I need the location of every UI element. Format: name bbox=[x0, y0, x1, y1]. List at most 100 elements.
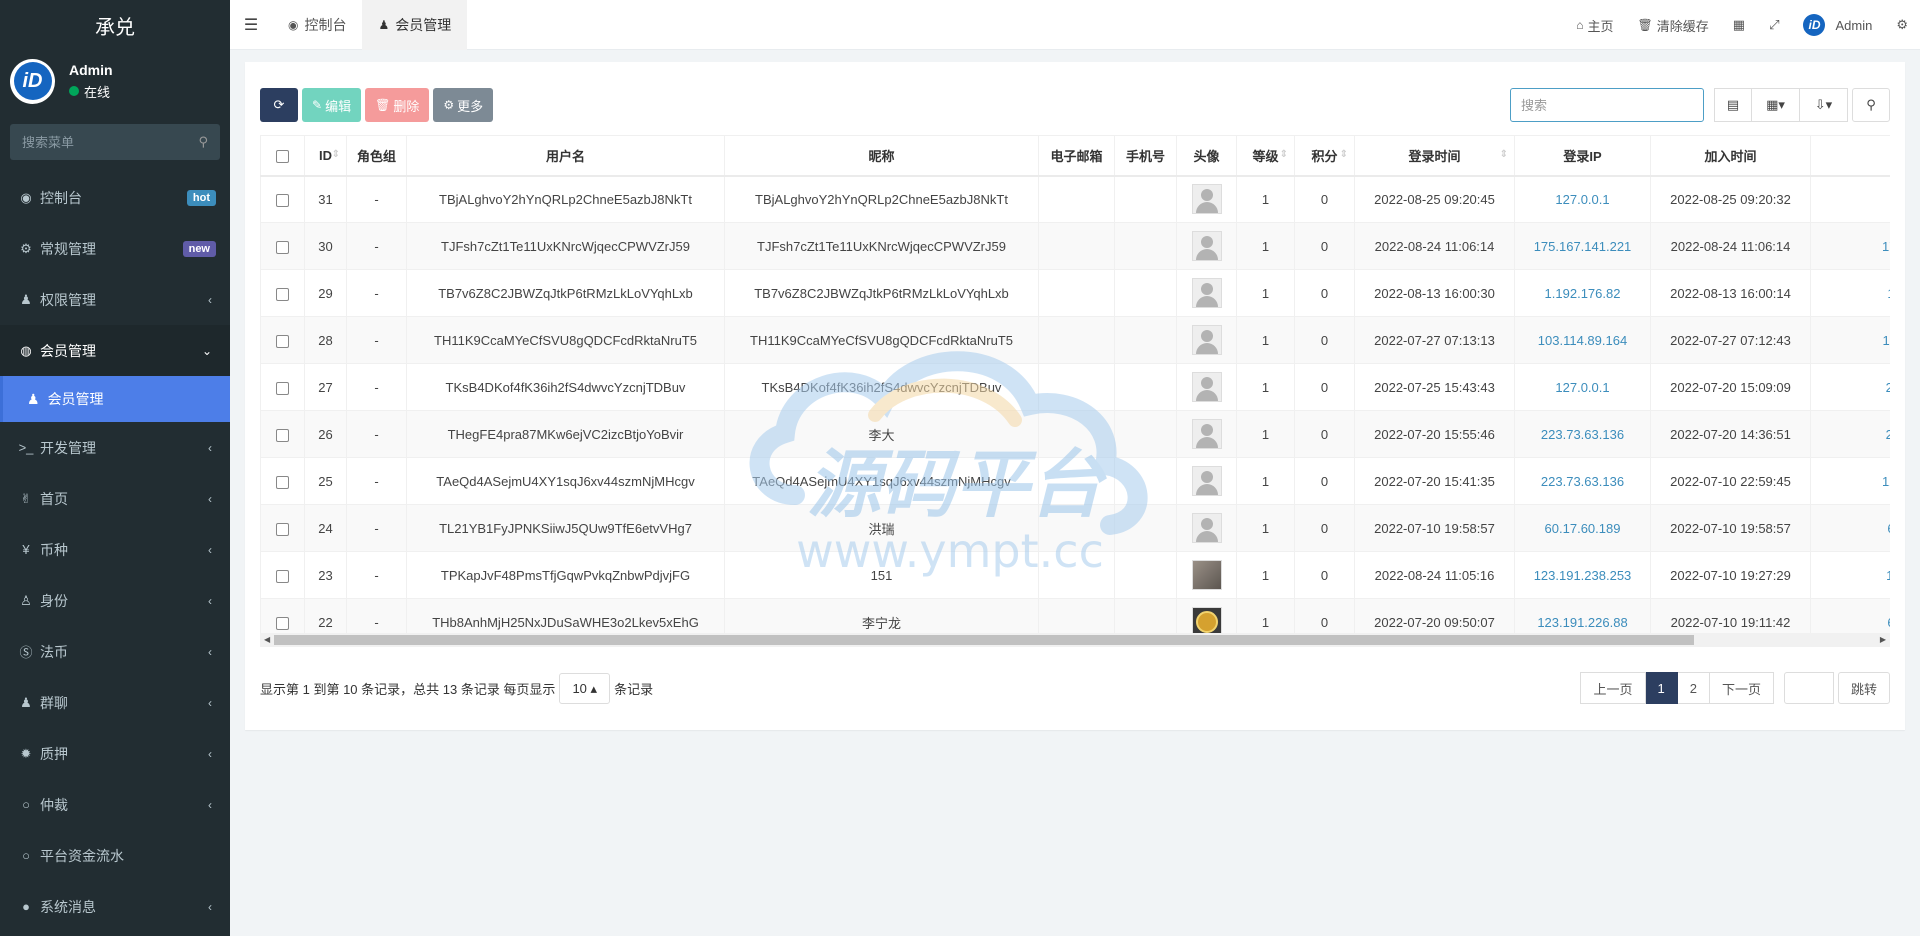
cell-loginip[interactable]: 127.0.0.1 bbox=[1514, 175, 1651, 223]
settings-gears-icon[interactable]: ⚙ bbox=[1884, 0, 1920, 50]
cell-loginip[interactable]: 60.17.60.189 bbox=[1514, 504, 1651, 552]
table-row[interactable]: 25- TAeQd4ASejmU4XY1sqJ6xv44szmNjMHcgv TAe… bbox=[260, 457, 1890, 505]
column-header-9[interactable]: 登录时间 ⇕ bbox=[1354, 135, 1515, 177]
scrollbar-thumb[interactable] bbox=[274, 635, 1694, 645]
cell-joinip[interactable]: 117.13 bbox=[1810, 551, 1890, 599]
sidebar-item-8[interactable]: Ⓢ 法币 ‹ bbox=[0, 626, 230, 677]
cell-loginip[interactable]: 103.114.89.164 bbox=[1514, 316, 1651, 364]
refresh-button[interactable]: ⟳ bbox=[260, 88, 298, 122]
row-checkbox-cell[interactable] bbox=[260, 316, 305, 364]
sidebar-item-13[interactable]: ● 系统消息 ‹ bbox=[0, 881, 230, 932]
default-user-avatar-icon[interactable] bbox=[1191, 184, 1222, 215]
sidebar-item-9[interactable]: ♟ 群聊 ‹ bbox=[0, 677, 230, 728]
row-checkbox[interactable] bbox=[276, 287, 289, 301]
more-button[interactable]: ⚙ 更多 bbox=[433, 88, 494, 122]
edit-button[interactable]: ✎ 编辑 bbox=[302, 88, 362, 122]
table-search-input[interactable] bbox=[1510, 88, 1704, 122]
admin-menu[interactable]: iD Admin bbox=[1791, 0, 1884, 50]
app-logo[interactable]: 承兑 bbox=[0, 0, 230, 50]
table-row[interactable]: 28- TH11K9CcaMYeCfSVU8gQDCFcdRktaNruT5 TH1… bbox=[260, 316, 1890, 364]
page-1-button[interactable]: 1 bbox=[1645, 672, 1678, 704]
row-checkbox[interactable] bbox=[276, 569, 289, 583]
column-header-8[interactable]: 积分 ⇕ bbox=[1294, 135, 1355, 177]
row-checkbox-cell[interactable] bbox=[260, 363, 305, 411]
table-row[interactable]: 30- TJFsh7cZt1Te11UxKNrcWjqecCPWVZrJ59 TJF… bbox=[260, 222, 1890, 270]
prev-page-button[interactable]: 上一页 bbox=[1580, 672, 1646, 704]
sidebar-item-1[interactable]: ⚙ 常规管理 new bbox=[0, 223, 230, 274]
export-dropdown-button[interactable]: ⇩▾ bbox=[1800, 88, 1848, 122]
row-checkbox[interactable] bbox=[276, 240, 289, 254]
cell-joinip[interactable]: 60.17. bbox=[1810, 598, 1890, 633]
cell-joinip[interactable]: 223.73 bbox=[1810, 410, 1890, 458]
sidebar-item-11[interactable]: ○ 仲裁 ‹ bbox=[0, 779, 230, 830]
cell-joinip[interactable]: 60.17. bbox=[1810, 504, 1890, 552]
fullscreen-icon[interactable]: ⤢ bbox=[1757, 0, 1791, 50]
cell-loginip[interactable]: 175.167.141.221 bbox=[1514, 222, 1651, 270]
row-checkbox-cell[interactable] bbox=[260, 410, 305, 458]
row-checkbox[interactable] bbox=[276, 193, 289, 207]
toggle-view-button[interactable]: ▤ bbox=[1714, 88, 1752, 122]
row-checkbox-cell[interactable] bbox=[260, 175, 305, 223]
menu-search-input[interactable] bbox=[22, 134, 172, 150]
column-header-7[interactable]: 等级 ⇕ bbox=[1236, 135, 1295, 177]
cell-loginip[interactable]: 123.191.226.88 bbox=[1514, 598, 1651, 633]
row-checkbox[interactable] bbox=[276, 475, 289, 489]
sidebar-item-3[interactable]: ◍ 会员管理 ⌄ bbox=[0, 325, 230, 376]
row-checkbox-cell[interactable] bbox=[260, 551, 305, 599]
default-user-avatar-icon[interactable] bbox=[1191, 325, 1222, 355]
search-button[interactable]: ⚲ bbox=[1852, 88, 1890, 122]
row-checkbox-cell[interactable] bbox=[260, 222, 305, 270]
jump-button[interactable]: 跳转 bbox=[1837, 672, 1890, 704]
sidebar-item-6[interactable]: ¥ 币种 ‹ bbox=[0, 524, 230, 575]
cell-loginip[interactable]: 1.192.176.82 bbox=[1514, 269, 1651, 317]
column-header-0[interactable]: ID ⇕ bbox=[304, 135, 347, 177]
sort-icon[interactable]: ⇕ bbox=[1280, 149, 1288, 160]
delete-button[interactable]: 🗑 删除 bbox=[365, 88, 430, 122]
table-row[interactable]: 29- TB7v6Z8C2JBWZqJtkP6tRMzLkLoVYqhLxb TB7… bbox=[260, 269, 1890, 317]
row-checkbox-cell[interactable] bbox=[260, 269, 305, 317]
select-all-checkbox[interactable] bbox=[276, 149, 289, 163]
row-checkbox[interactable] bbox=[276, 381, 289, 395]
user-photo-avatar[interactable] bbox=[1191, 560, 1222, 590]
coin-avatar[interactable] bbox=[1191, 607, 1222, 633]
default-user-avatar-icon[interactable] bbox=[1191, 278, 1222, 308]
default-user-avatar-icon[interactable] bbox=[1191, 419, 1222, 449]
page-size-select[interactable]: 10 ▴ bbox=[559, 673, 611, 704]
row-checkbox-cell[interactable] bbox=[260, 598, 305, 633]
scroll-right-icon[interactable]: ▶ bbox=[1880, 633, 1886, 647]
hamburger-menu-icon[interactable]: ☰ bbox=[230, 0, 272, 50]
cell-joinip[interactable]: 103.114 bbox=[1810, 316, 1890, 364]
table-row[interactable]: 24- TL21YB1FyJPNKSiiwJ5QUw9TfE6etvVHg7 洪瑞 1… bbox=[260, 504, 1890, 552]
jump-page-input[interactable] bbox=[1783, 672, 1834, 704]
row-checkbox-cell[interactable] bbox=[260, 504, 305, 552]
sidebar-item-5[interactable]: ✌ 首页 ‹ bbox=[0, 473, 230, 524]
default-user-avatar-icon[interactable] bbox=[1191, 513, 1222, 543]
sidebar-item-2[interactable]: ♟ 权限管理 ‹ bbox=[0, 274, 230, 325]
cell-joinip[interactable]: 175.167 bbox=[1810, 222, 1890, 270]
clear-cache-button[interactable]: 🗑 清除缓存 bbox=[1626, 0, 1721, 50]
default-user-avatar-icon[interactable] bbox=[1191, 372, 1222, 402]
cell-joinip[interactable]: 223.73 bbox=[1810, 363, 1890, 411]
sidebar-item-7[interactable]: ♙ 身份 ‹ bbox=[0, 575, 230, 626]
sidebar-item-4[interactable]: >_ 开发管理 ‹ bbox=[0, 422, 230, 473]
cell-joinip[interactable]: 120.235 bbox=[1810, 457, 1890, 505]
table-row[interactable]: 22- THb8AnhMjH25NxJDuSaWHE3o2Lkev5xEhG 李宁龙… bbox=[260, 598, 1890, 633]
cell-loginip[interactable]: 123.191.238.253 bbox=[1514, 551, 1651, 599]
sort-icon[interactable]: ⇕ bbox=[332, 149, 340, 160]
columns-dropdown-button[interactable]: ▦▾ bbox=[1752, 88, 1800, 122]
cell-loginip[interactable]: 223.73.63.136 bbox=[1514, 457, 1651, 505]
cell-joinip[interactable]: 1.192. bbox=[1810, 269, 1890, 317]
table-row[interactable]: 23- TPKapJvF48PmsTfjGqwPvkqZnbwPdjvjFG 151… bbox=[260, 551, 1890, 599]
search-icon[interactable]: ⚲ bbox=[198, 134, 208, 150]
submenu-item-member-management[interactable]: ♟ 会员管理 bbox=[0, 376, 230, 422]
cell-loginip[interactable]: 127.0.0.1 bbox=[1514, 363, 1651, 411]
tab-dashboard[interactable]: ◉ 控制台 bbox=[272, 0, 362, 50]
row-checkbox[interactable] bbox=[276, 616, 289, 630]
row-checkbox[interactable] bbox=[276, 428, 289, 442]
sidebar-item-12[interactable]: ○ 平台资金流水 bbox=[0, 830, 230, 881]
table-row[interactable]: 27- TKsB4DKof4fK36ih2fS4dwvcYzcnjTDBuv TKs… bbox=[260, 363, 1890, 411]
select-all-cell[interactable] bbox=[260, 135, 305, 177]
sort-icon[interactable]: ⇕ bbox=[1340, 149, 1348, 160]
table-row[interactable]: 31- TBjALghvoY2hYnQRLp2ChneE5azbJ8NkTt TBj… bbox=[260, 175, 1890, 223]
default-user-avatar-icon[interactable] bbox=[1191, 231, 1222, 261]
